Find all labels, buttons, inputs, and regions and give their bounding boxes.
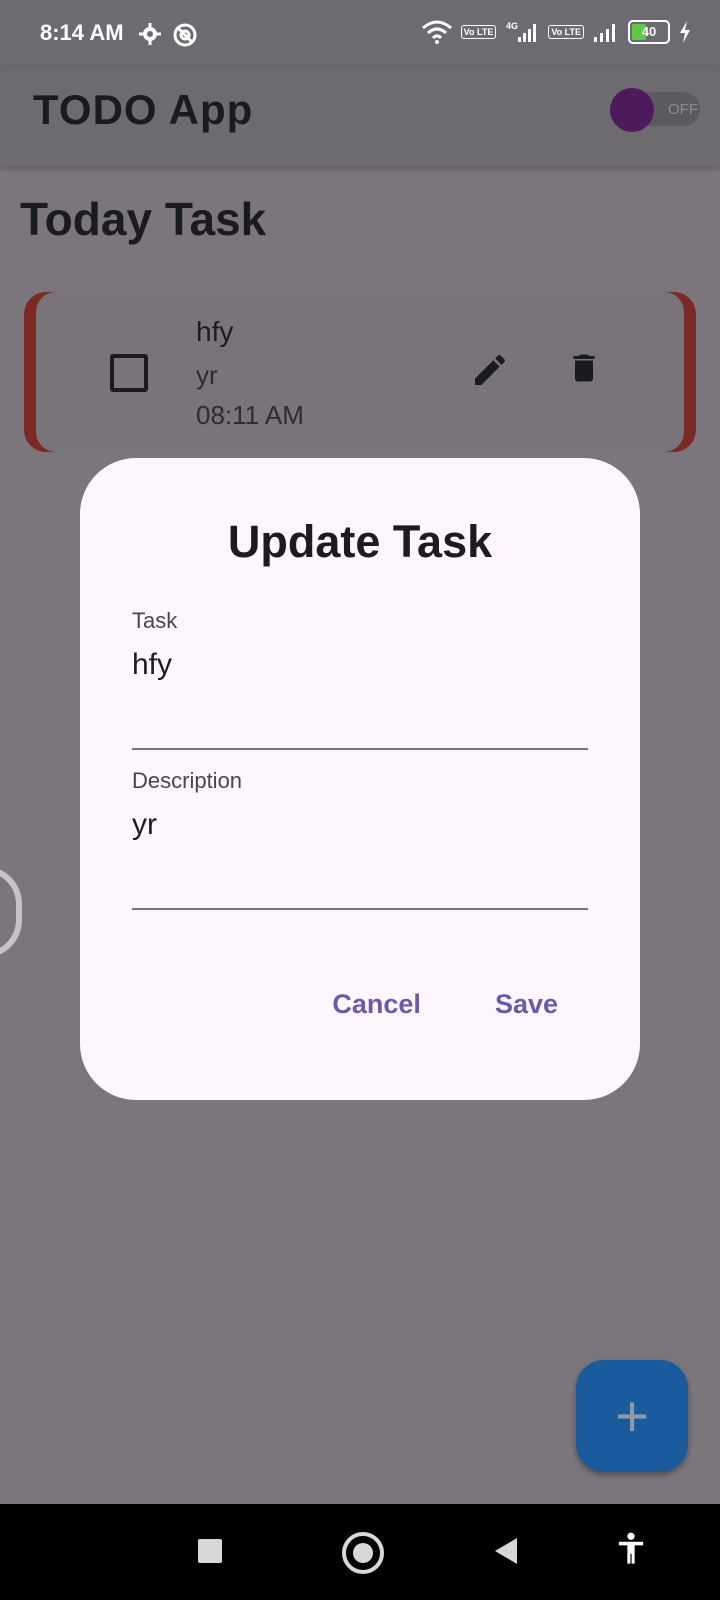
save-button[interactable]: Save [495,989,558,1020]
delete-icon[interactable] [566,348,602,388]
task-field[interactable]: Task hfy [132,608,588,756]
volte-badge-2: Vo LTE [548,25,584,39]
description-field-underline [132,908,588,910]
task-field-label: Task [132,608,178,633]
wifi-icon [421,20,452,44]
accessibility-icon[interactable] [616,1532,646,1566]
task-card[interactable]: hfy yr 08:11 AM [24,292,696,452]
plus-icon: + [615,1383,649,1449]
update-task-dialog: Update Task Task hfy Description yr Canc… [80,458,640,1100]
toggle-label: OFF [668,101,698,118]
app-title: TODO App [33,86,254,133]
description-field[interactable]: Description yr [132,768,588,916]
task-title: hfy [196,316,234,347]
dialog-actions: Cancel Save [332,989,558,1020]
volte-badge-1: Vo LTE [460,25,497,39]
status-icons-left [138,22,198,48]
app-bar: TODO App OFF [0,68,720,166]
home-icon [353,1543,373,1563]
toggle-thumb [610,88,654,132]
edit-icon[interactable] [470,350,510,390]
gear-icon [139,23,161,45]
description-field-value[interactable]: yr [132,808,588,842]
status-bar: 8:14 AM Vo LTE 4G Vo LTE 40 [0,0,720,68]
target-icon [173,23,197,47]
recents-button[interactable] [198,1539,222,1563]
status-time: 8:14 AM [40,20,124,45]
theme-toggle[interactable]: OFF [608,88,700,132]
section-title: Today Task [20,193,267,245]
cancel-button[interactable]: Cancel [332,989,421,1020]
task-description: yr [196,360,218,390]
battery-level: 40 [641,24,657,39]
bolt-icon [680,21,690,43]
home-button[interactable] [342,1532,384,1574]
task-checkbox[interactable] [110,354,148,392]
signal-4g-icon: 4G [506,21,537,42]
signal-icon [594,24,615,42]
back-button[interactable] [495,1538,517,1564]
battery-icon: 40 [628,20,670,44]
description-field-label: Description [132,768,243,793]
task-field-underline [132,748,588,750]
edge-swipe-handle[interactable] [0,866,22,958]
task-card-body: hfy yr 08:11 AM [36,292,684,452]
task-time: 08:11 AM [196,400,304,430]
status-icons-right: Vo LTE 4G Vo LTE 40 [421,20,692,44]
task-field-value[interactable]: hfy [132,648,588,682]
svg-text:4G: 4G [506,21,518,31]
add-task-button[interactable]: + [576,1360,688,1472]
system-nav-bar [0,1504,720,1600]
dialog-title: Update Task [227,516,493,567]
